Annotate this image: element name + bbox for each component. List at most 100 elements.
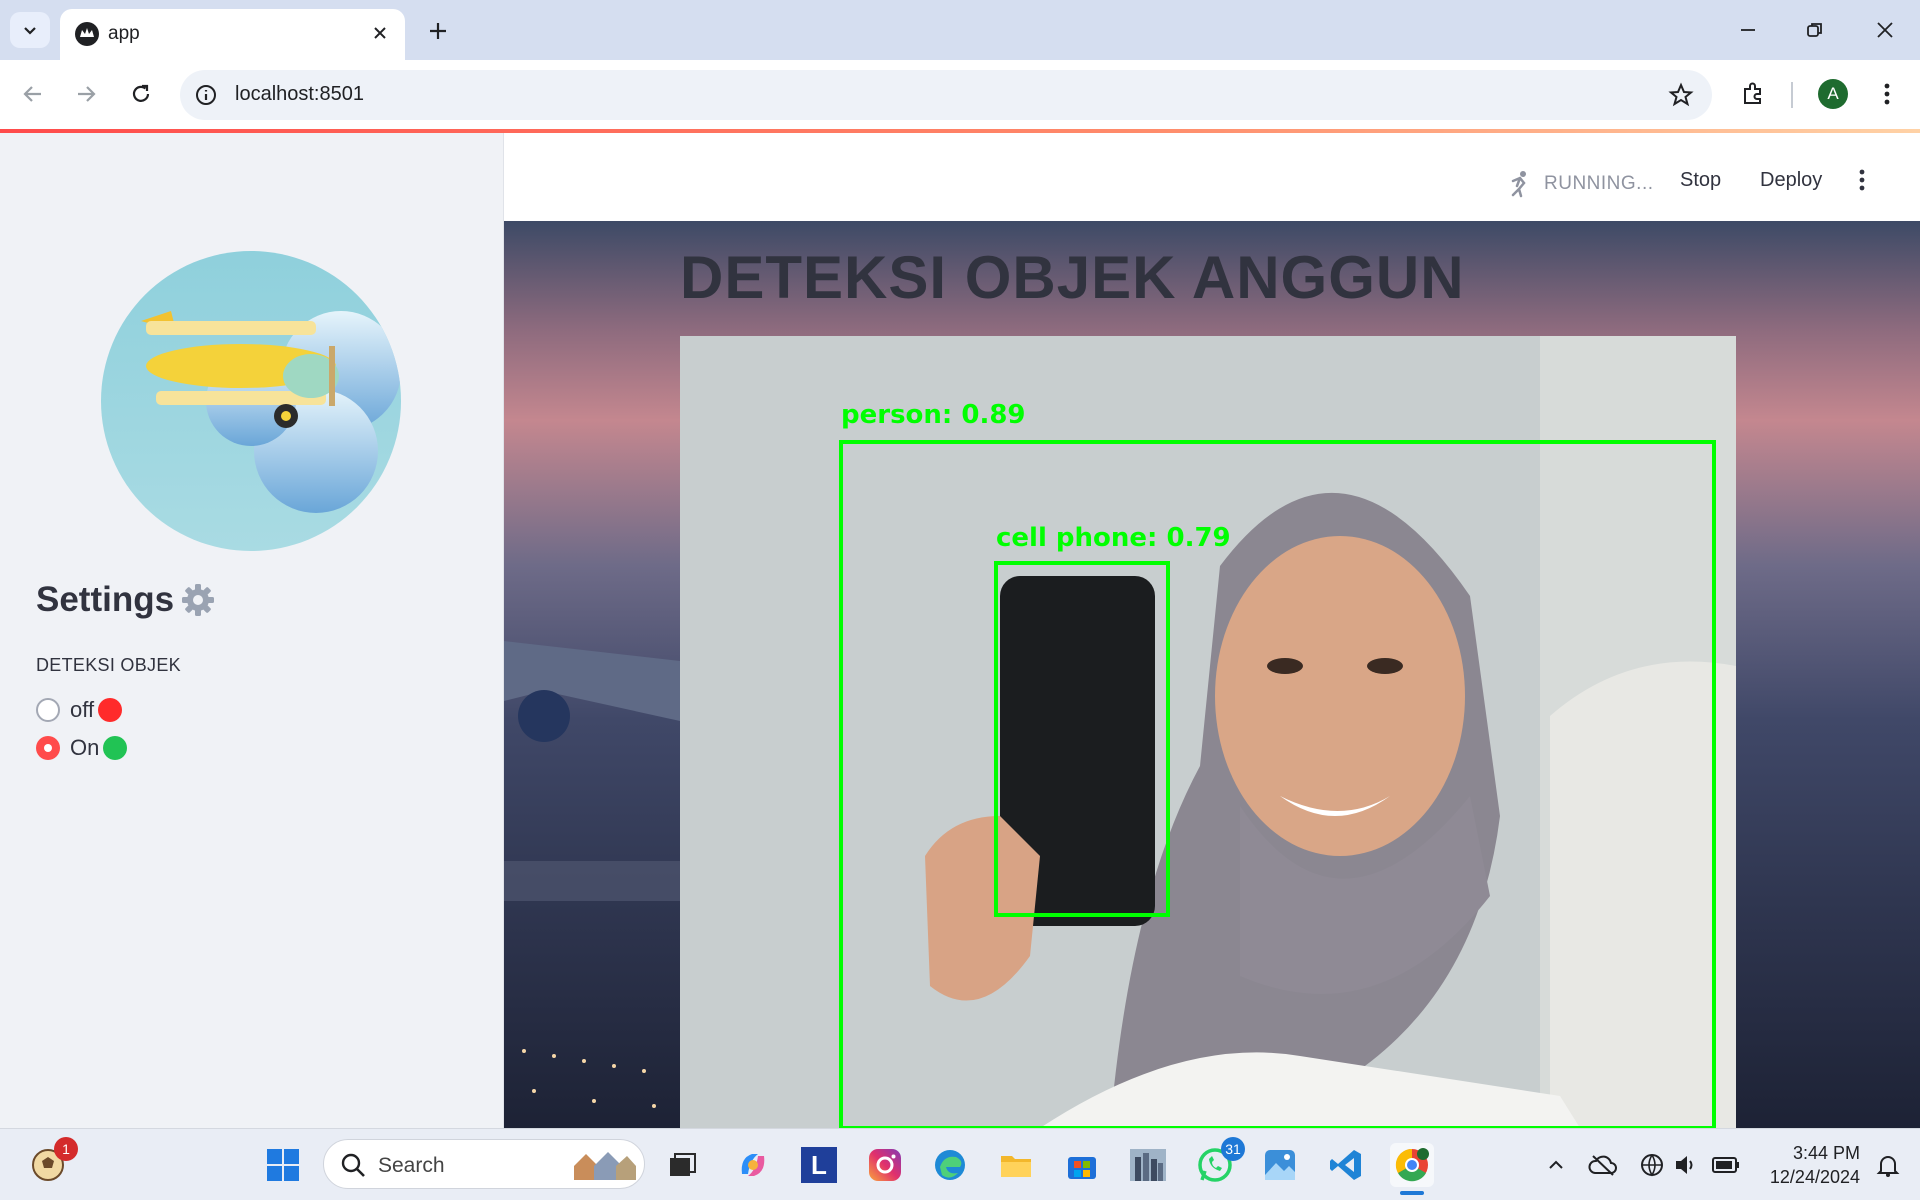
store-button[interactable]: [1060, 1143, 1104, 1187]
reload-button[interactable]: [120, 73, 162, 115]
radio-button-selected[interactable]: [36, 736, 60, 760]
stop-button[interactable]: Stop: [1680, 169, 1721, 192]
restore-icon: [1807, 23, 1822, 37]
task-view-button[interactable]: [660, 1143, 704, 1187]
battery-icon: [1712, 1157, 1739, 1173]
extensions-button[interactable]: [1732, 73, 1774, 115]
tab-close-button[interactable]: [367, 20, 393, 46]
close-icon: [1877, 22, 1893, 38]
tab-title: app: [108, 23, 140, 44]
kebab-menu-icon: [1884, 83, 1890, 105]
vscode-button[interactable]: [1324, 1143, 1368, 1187]
red-circle-icon: [98, 698, 123, 722]
taskbar-search[interactable]: Search: [323, 1139, 645, 1189]
radio-option-label: off: [70, 697, 95, 722]
photo-app-button[interactable]: [1126, 1143, 1170, 1187]
browser-toolbar: localhost:8501 A: [0, 60, 1920, 129]
tab-search-button[interactable]: [10, 12, 50, 48]
taskbar: 1 Search L 31 3:44 PM 12/24/2024: [0, 1128, 1920, 1200]
radio-option-label: On: [70, 735, 100, 760]
chrome-icon: [1395, 1148, 1429, 1182]
city-image-icon: [1130, 1149, 1166, 1181]
main-area: RUNNING... Stop Deploy DETEKSI OBJEK ANG…: [504, 133, 1920, 1128]
deploy-button[interactable]: Deploy: [1760, 169, 1822, 192]
restore-button[interactable]: [1790, 10, 1840, 50]
streamlit-crown-icon: [75, 22, 99, 46]
onedrive-button[interactable]: [1581, 1143, 1625, 1187]
page-title: DETEKSI OBJEK ANGGUN: [680, 244, 1465, 311]
back-button[interactable]: [12, 73, 54, 115]
radio-button[interactable]: [36, 698, 60, 722]
notification-center-button[interactable]: [1866, 1143, 1910, 1187]
volume-button[interactable]: [1664, 1143, 1708, 1187]
widgets-button[interactable]: 1: [26, 1137, 78, 1187]
running-man-icon: [1511, 171, 1526, 198]
task-view-icon: [670, 1153, 696, 1176]
airplane-illustration: [101, 251, 401, 551]
folder-icon: [1001, 1156, 1031, 1177]
reload-icon: [132, 84, 150, 102]
copilot-button[interactable]: [731, 1143, 775, 1187]
letter-l-icon: L: [801, 1147, 837, 1183]
store-icon: [1068, 1157, 1096, 1179]
cloud-icon: [1588, 1155, 1617, 1176]
search-placeholder: Search: [378, 1154, 445, 1177]
minimize-button[interactable]: [1723, 10, 1773, 50]
chevron-down-icon: [24, 27, 36, 35]
system-clock[interactable]: 3:44 PM 12/24/2024: [1750, 1141, 1860, 1189]
clock-date: 12/24/2024: [1769, 1167, 1860, 1187]
chevron-up-icon: [1549, 1160, 1563, 1169]
close-window-button[interactable]: [1860, 10, 1910, 50]
url-text[interactable]: localhost:8501: [235, 83, 364, 106]
file-explorer-button[interactable]: [994, 1143, 1038, 1187]
green-circle-icon: [103, 736, 128, 760]
sidebar-logo-image: [101, 251, 401, 551]
running-status: RUNNING...: [1504, 169, 1654, 199]
radio-option-off[interactable]: off: [36, 697, 123, 723]
bell-icon: [1876, 1156, 1900, 1177]
copilot-icon: [741, 1154, 765, 1176]
settings-heading: Settings: [36, 580, 216, 620]
start-button[interactable]: [261, 1143, 305, 1187]
browser-tab-active[interactable]: app: [60, 9, 405, 60]
active-app-indicator: [1400, 1191, 1424, 1195]
avatar: A: [1818, 79, 1848, 109]
bookmark-star-icon[interactable]: [1668, 82, 1694, 108]
new-tab-button[interactable]: [420, 13, 456, 49]
photos-icon: [1265, 1150, 1295, 1180]
app-l-button[interactable]: L: [797, 1143, 841, 1187]
search-icon: [341, 1153, 365, 1177]
show-hidden-icons-button[interactable]: [1534, 1143, 1578, 1187]
instagram-button[interactable]: [863, 1143, 907, 1187]
notification-badge: 1: [54, 1137, 78, 1161]
whatsapp-button[interactable]: 31: [1193, 1137, 1245, 1187]
profile-button[interactable]: A: [1812, 73, 1854, 115]
houses-illustration-icon: [574, 1152, 636, 1180]
arrow-right-icon: [78, 86, 96, 102]
kebab-menu-icon: [1859, 169, 1865, 191]
gear-icon: [182, 584, 215, 616]
edge-browser-icon: [935, 1150, 965, 1180]
forward-button[interactable]: [65, 73, 107, 115]
battery-button[interactable]: [1704, 1143, 1748, 1187]
chrome-button[interactable]: [1390, 1143, 1434, 1195]
streamlit-app: Settings DETEKSI OBJEK off On RUNNING...…: [0, 133, 1920, 1128]
windows-logo-icon: [267, 1149, 299, 1181]
address-bar[interactable]: localhost:8501: [180, 70, 1712, 120]
app-menu-button[interactable]: [1850, 165, 1874, 195]
globe-icon: [1641, 1154, 1663, 1177]
minimize-icon: [1741, 29, 1755, 31]
plus-icon: [430, 23, 446, 39]
vscode-icon: [1330, 1150, 1361, 1180]
radio-option-on[interactable]: On: [36, 735, 128, 761]
person-bounding-box: [839, 440, 1716, 1128]
status-text: RUNNING...: [1544, 173, 1654, 194]
photos-button[interactable]: [1258, 1143, 1302, 1187]
toolbar-divider: [1791, 82, 1793, 108]
info-icon[interactable]: [194, 83, 218, 107]
browser-menu-button[interactable]: [1866, 73, 1908, 115]
radio-group-label: DETEKSI OBJEK: [36, 655, 181, 675]
edge-button[interactable]: [928, 1143, 972, 1187]
arrow-left-icon: [23, 86, 41, 102]
cell-phone-bounding-box: [994, 561, 1170, 917]
